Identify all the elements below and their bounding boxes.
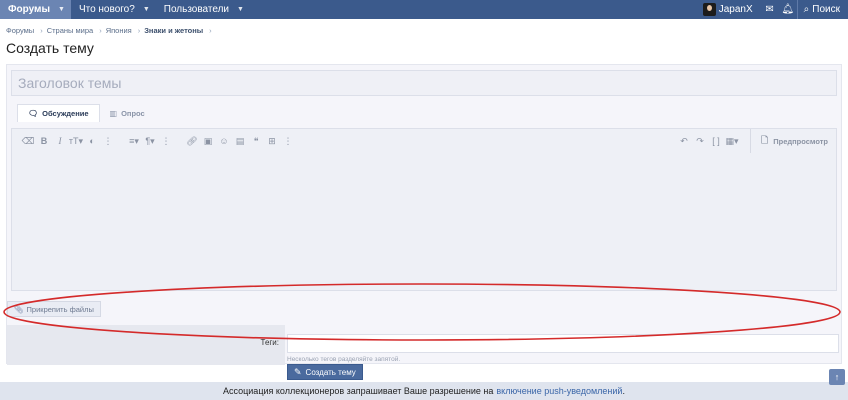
bbcode-icon[interactable]: [ ] — [708, 136, 724, 146]
attach-label: Прикрепить файлы — [26, 304, 94, 314]
nav-tab-forums[interactable]: Форумы ▼ — [0, 0, 71, 19]
breadcrumb-item[interactable]: Форумы — [6, 26, 34, 35]
redo-icon[interactable]: ↷ — [692, 136, 708, 147]
toolbar-right: ↶ ↷ [ ] ▦▾ 🗋︎ Предпросмотр — [676, 129, 838, 153]
chevron-right-icon: › — [40, 26, 43, 35]
palette-icon[interactable]: ◐ — [84, 136, 100, 146]
avatar[interactable] — [702, 3, 716, 16]
arrow-up-icon: ↑ — [834, 372, 840, 382]
tab-discussion[interactable]: 🗨︎ Обсуждение — [17, 104, 100, 122]
scroll-top-button[interactable]: ↑ — [829, 369, 845, 385]
thread-title-input[interactable]: Заголовок темы — [11, 70, 837, 96]
nav-tab-whats-new[interactable]: Что нового? ▼ — [71, 0, 156, 19]
quote-icon[interactable]: ❝ — [248, 136, 264, 147]
search-button[interactable]: ⌕ Поиск — [796, 0, 848, 19]
create-thread-button[interactable]: ✎ Создать тему — [287, 364, 363, 380]
submit-label: Создать тему — [305, 367, 356, 377]
breadcrumb-item[interactable]: Япония — [106, 26, 132, 35]
breadcrumb: Форумы › Страны мира › Япония › Знаки и … — [6, 26, 216, 35]
tags-label-cell: Теги: — [7, 325, 285, 365]
tags-hint: Несколько тегов разделяйте запятой. — [287, 356, 401, 363]
image-icon[interactable]: ▣ — [200, 136, 216, 147]
tab-poll[interactable]: ▥ Опрос — [100, 104, 155, 122]
nav-user-area: JapanX ✉ 🔔︎ ⌕ Поиск — [702, 0, 848, 19]
table-icon[interactable]: ⊞ — [264, 136, 280, 147]
preview-label: Предпросмотр — [773, 136, 828, 146]
poll-icon: ▥ — [109, 108, 118, 118]
search-label: Поиск — [812, 4, 840, 15]
tags-row: Теги: Несколько тегов разделяйте запятой… — [7, 325, 843, 365]
document-icon: 🗋︎ — [760, 135, 769, 145]
page-title: Создать тему — [6, 40, 94, 56]
drafts-icon[interactable]: ▦▾ — [724, 136, 740, 147]
message-editor[interactable]: ⌫ B I тТ▾ ◐ ⋮ ≡▾ ¶▾ ⋮ 🔗︎ ▣ ☺ ▤ ❝ ⊞ ⋮ ↶ ↷… — [11, 128, 837, 291]
chevron-right-icon: › — [137, 26, 141, 35]
preview-button[interactable]: 🗋︎ Предпросмотр — [749, 129, 838, 153]
username-link[interactable]: JapanX — [719, 4, 753, 15]
more-vertical-icon[interactable]: ⋮ — [158, 136, 174, 147]
bell-icon[interactable]: 🔔︎ — [779, 4, 797, 15]
tab-label: Обсуждение — [42, 109, 89, 118]
notice-end: . — [622, 386, 625, 396]
tab-label: Опрос — [121, 108, 145, 118]
italic-icon[interactable]: I — [52, 136, 68, 146]
breadcrumb-item[interactable]: Страны мира — [47, 26, 94, 35]
envelope-icon[interactable]: ✉ — [761, 4, 779, 15]
create-thread-form: Заголовок темы 🗨︎ Обсуждение ▥ Опрос ⌫ B… — [6, 64, 843, 365]
link-icon[interactable]: 🔗︎ — [184, 136, 200, 147]
chevron-down-icon[interactable]: ▼ — [143, 6, 150, 13]
tags-label: Теги: — [260, 338, 280, 347]
text-size-icon[interactable]: тТ▾ — [68, 136, 84, 147]
undo-icon[interactable]: ↶ — [676, 136, 692, 147]
media-icon[interactable]: ▤ — [232, 136, 248, 147]
more-vertical-icon[interactable]: ⋮ — [100, 136, 116, 147]
breadcrumb-item[interactable]: Знаки и жетоны — [144, 26, 203, 35]
nav-tab-members[interactable]: Пользователи ▼ — [156, 0, 250, 19]
chevron-right-icon: › — [99, 26, 102, 35]
more-vertical-icon[interactable]: ⋮ — [280, 136, 296, 147]
push-notice-bar: Ассоциация коллекционеров запрашивает Ва… — [0, 382, 848, 400]
chevron-down-icon[interactable]: ▼ — [237, 6, 244, 13]
paragraph-icon[interactable]: ¶▾ — [142, 136, 158, 147]
attach-files-button[interactable]: 📎︎ Прикрепить файлы — [7, 301, 101, 317]
nav-tab-label: Что нового? — [78, 4, 135, 15]
chevron-right-icon: › — [209, 26, 212, 35]
search-icon: ⌕ — [803, 4, 810, 15]
paperclip-icon: 📎︎ — [14, 304, 24, 314]
edit-icon: ✎ — [294, 366, 302, 377]
chat-icon: 🗨︎ — [28, 109, 39, 118]
chevron-down-icon[interactable]: ▼ — [58, 6, 65, 13]
tags-input[interactable] — [287, 334, 839, 353]
eraser-icon[interactable]: ⌫ — [20, 136, 36, 147]
top-nav: Форумы ▼ Что нового? ▼ Пользователи ▼ Ja… — [0, 0, 848, 19]
nav-tab-label: Пользователи — [163, 4, 230, 15]
nav-tab-label: Форумы — [8, 4, 50, 15]
editor-toolbar: ⌫ B I тТ▾ ◐ ⋮ ≡▾ ¶▾ ⋮ 🔗︎ ▣ ☺ ▤ ❝ ⊞ ⋮ ↶ ↷… — [12, 129, 838, 153]
attach-row: 📎︎ Прикрепить файлы — [7, 300, 101, 318]
align-icon[interactable]: ≡▾ — [126, 136, 142, 147]
push-enable-link[interactable]: включение push-уведомлений — [496, 386, 622, 396]
notice-text: Ассоциация коллекционеров запрашивает Ва… — [223, 386, 494, 396]
form-tabs: 🗨︎ Обсуждение ▥ Опрос — [17, 104, 155, 122]
smiley-icon[interactable]: ☺ — [216, 136, 232, 146]
bold-icon[interactable]: B — [36, 136, 52, 146]
